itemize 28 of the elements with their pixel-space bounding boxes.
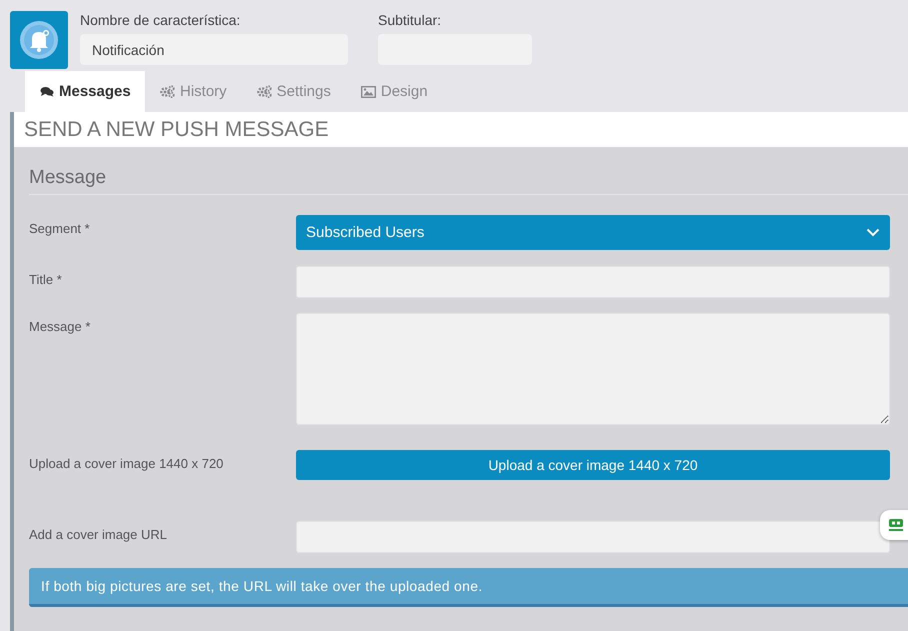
tab[interactable]: Settings bbox=[242, 71, 346, 112]
text-field[interactable] bbox=[296, 521, 890, 553]
gears-icon bbox=[256, 85, 272, 98]
tab[interactable]: History bbox=[145, 71, 242, 112]
chevron-down-icon bbox=[866, 228, 880, 237]
segment-dropdown[interactable]: Subscribed Users bbox=[296, 215, 890, 250]
robot-icon bbox=[888, 518, 904, 532]
tab[interactable]: Messages bbox=[25, 71, 145, 112]
bell-app-icon bbox=[10, 11, 68, 69]
message-textarea[interactable] bbox=[296, 313, 890, 425]
field-label: Upload a cover image 1440 x 720 bbox=[29, 455, 224, 471]
chat-widget-button[interactable] bbox=[880, 510, 908, 540]
field-label: Title * bbox=[29, 271, 63, 287]
field-label: Add a cover image URL bbox=[29, 526, 168, 542]
text-field[interactable]: Notificación bbox=[80, 34, 348, 65]
section-heading: Message bbox=[29, 167, 908, 195]
image-icon bbox=[360, 86, 376, 98]
text-field[interactable] bbox=[296, 266, 890, 298]
field-label: Message * bbox=[29, 318, 92, 334]
tab[interactable]: Design bbox=[346, 71, 443, 112]
gears-icon bbox=[160, 85, 175, 98]
info-alert: If both big pictures are set, the URL will take over the uploaded one. bbox=[29, 568, 908, 607]
upload-button[interactable]: Upload a cover image 1440 x 720 bbox=[296, 450, 890, 480]
chat-bubbles-icon bbox=[40, 86, 54, 97]
field-label: Subtitular: bbox=[378, 12, 442, 28]
panel-title: SEND A NEW PUSH MESSAGE bbox=[14, 112, 908, 147]
field-label: Nombre de característica: bbox=[80, 12, 240, 28]
field-label: Segment * bbox=[29, 220, 91, 236]
